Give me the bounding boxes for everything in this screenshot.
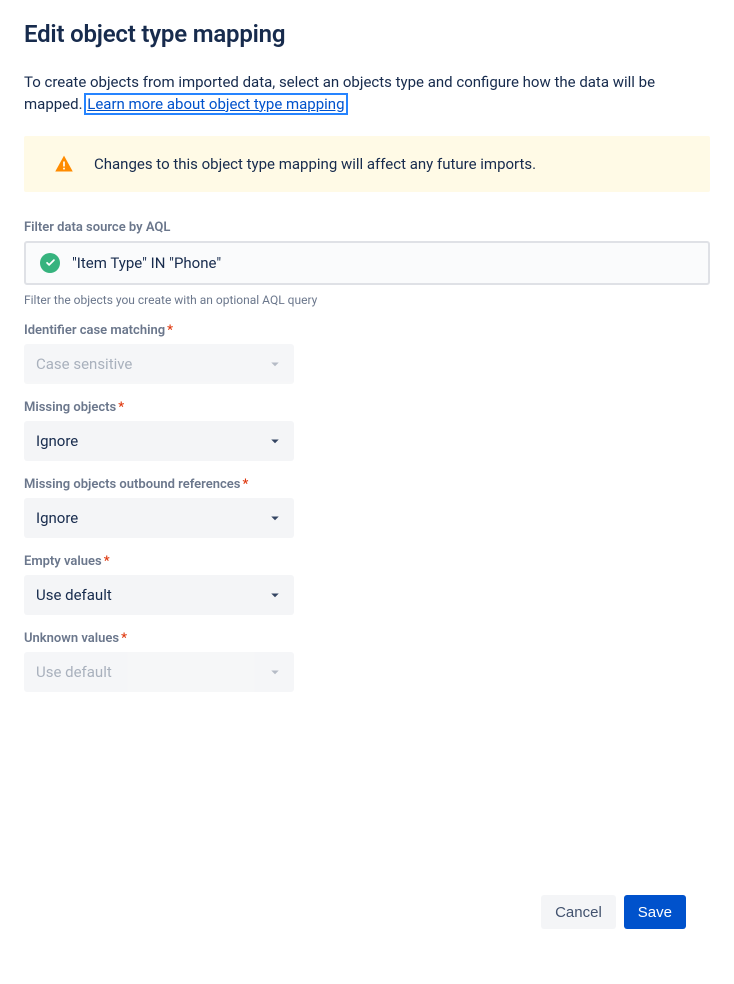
chevron-down-icon [266, 586, 284, 604]
warning-text: Changes to this object type mapping will… [94, 155, 536, 173]
footer-actions: Cancel Save [541, 895, 686, 929]
warning-icon [54, 154, 74, 174]
empty-values-select[interactable]: Use default [24, 575, 294, 615]
identifier-case-label: Identifier case matching* [24, 323, 710, 338]
description-text: To create objects from imported data, se… [24, 72, 710, 116]
required-star: * [242, 477, 248, 492]
warning-banner: Changes to this object type mapping will… [24, 136, 710, 192]
identifier-case-select: Case sensitive [24, 344, 294, 384]
page-title: Edit object type mapping [24, 20, 710, 48]
missing-outbound-label: Missing objects outbound references* [24, 477, 710, 492]
aql-label: Filter data source by AQL [24, 220, 710, 235]
missing-objects-select[interactable]: Ignore [24, 421, 294, 461]
save-button[interactable]: Save [624, 895, 686, 929]
empty-values-label: Empty values* [24, 554, 710, 569]
aql-helper: Filter the objects you create with an op… [24, 293, 710, 307]
empty-values-value: Use default [36, 586, 112, 604]
missing-objects-label: Missing objects* [24, 400, 710, 415]
missing-objects-value: Ignore [36, 432, 78, 450]
identifier-case-value: Case sensitive [36, 355, 132, 373]
aql-input[interactable]: "Item Type" IN "Phone" [24, 241, 710, 285]
required-star: * [118, 400, 124, 415]
unknown-values-select: Use default [24, 652, 294, 692]
chevron-down-icon [266, 432, 284, 450]
unknown-values-value: Use default [36, 663, 112, 681]
learn-more-link[interactable]: Learn more about object type mapping [86, 95, 345, 113]
unknown-values-label: Unknown values* [24, 631, 710, 646]
cancel-button[interactable]: Cancel [541, 895, 616, 929]
chevron-down-icon [266, 663, 284, 681]
required-star: * [121, 631, 127, 646]
missing-outbound-select[interactable]: Ignore [24, 498, 294, 538]
check-icon [40, 253, 60, 273]
missing-outbound-value: Ignore [36, 509, 78, 527]
chevron-down-icon [266, 509, 284, 527]
chevron-down-icon [266, 355, 284, 373]
aql-value: "Item Type" IN "Phone" [72, 254, 221, 272]
required-star: * [167, 323, 173, 338]
required-star: * [104, 554, 110, 569]
